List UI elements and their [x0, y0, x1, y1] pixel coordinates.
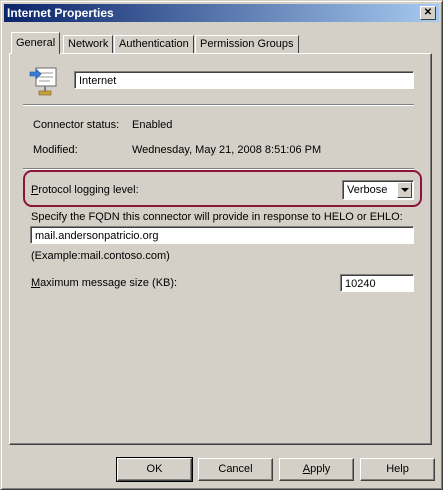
divider-top — [23, 104, 414, 106]
protocol-logging-select[interactable]: Verbose — [342, 180, 414, 200]
fqdn-label: Specify the FQDN this connector will pro… — [31, 211, 403, 223]
send-connector-icon — [29, 67, 57, 96]
fqdn-example: (Example:mail.contoso.com) — [31, 250, 170, 262]
cancel-button[interactable]: Cancel — [198, 458, 273, 481]
title-bar: Internet Properties ✕ — [4, 4, 439, 22]
tab-general-label: General — [16, 37, 56, 49]
chevron-down-icon[interactable] — [397, 182, 412, 198]
help-button[interactable]: Help — [360, 458, 435, 481]
fqdn-field[interactable]: mail.andersonpatricio.org — [30, 226, 414, 244]
close-button[interactable]: ✕ — [420, 6, 436, 20]
max-message-size-field[interactable]: 10240 — [340, 274, 414, 292]
max-message-size-label: Maximum message size (KB): — [31, 277, 178, 289]
tab-network[interactable]: Network — [63, 35, 114, 53]
tab-authentication-label: Authentication — [119, 38, 189, 50]
tab-permission-groups-label: Permission Groups — [200, 38, 294, 50]
connector-status-label: Connector status: — [33, 119, 120, 131]
tab-permission-groups[interactable]: Permission Groups — [195, 35, 299, 53]
connector-status-value: Enabled — [132, 119, 173, 131]
modified-label: Modified: — [33, 144, 78, 156]
apply-button[interactable]: Apply — [279, 458, 354, 481]
tab-network-label: Network — [68, 38, 109, 50]
tab-strip: General Network Authentication Permissio… — [9, 32, 429, 54]
tab-general[interactable]: General — [11, 32, 61, 54]
protocol-logging-label: Protocol logging level: — [31, 184, 139, 196]
general-panel — [9, 53, 432, 445]
protocol-logging-value: Verbose — [347, 184, 388, 196]
properties-window: Internet Properties ✕ General Network Au… — [0, 0, 443, 490]
modified-value: Wednesday, May 21, 2008 8:51:06 PM — [132, 144, 322, 156]
ok-button[interactable]: OK — [116, 457, 193, 482]
connector-name-field[interactable]: Internet — [74, 71, 414, 89]
window-title: Internet Properties — [7, 6, 114, 20]
tab-authentication[interactable]: Authentication — [114, 35, 194, 53]
